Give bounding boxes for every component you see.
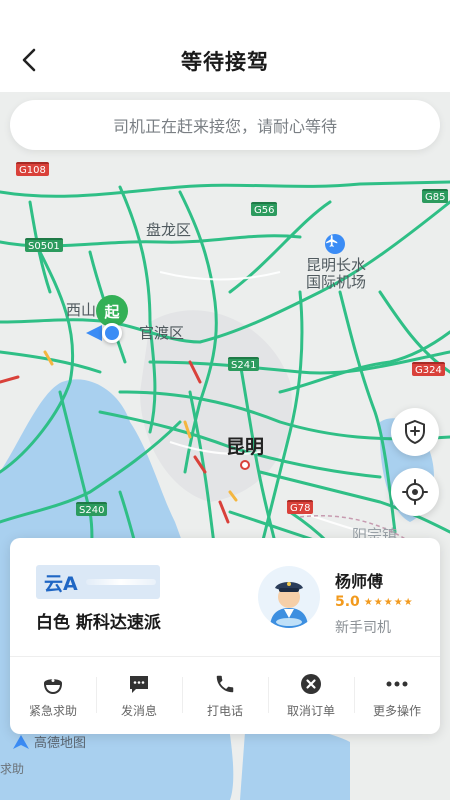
crosshair-icon bbox=[402, 479, 428, 505]
map-label-panlong: 盘龙区 bbox=[146, 221, 192, 239]
road-badge-g78: G78 bbox=[287, 500, 314, 514]
message-button[interactable]: 发消息 bbox=[96, 657, 182, 734]
airport-icon bbox=[325, 234, 345, 254]
driver-name: 杨师傅 bbox=[335, 572, 384, 591]
police-icon bbox=[41, 672, 65, 696]
driver-rating: 5.0 ★★★★★ bbox=[335, 594, 414, 610]
road-badge-s241: S241 bbox=[228, 357, 260, 371]
road-badge-s0501: S0501 bbox=[25, 238, 63, 252]
action-label: 打电话 bbox=[206, 704, 243, 718]
page-title: 等待接驾 bbox=[181, 50, 269, 74]
phone-icon bbox=[213, 672, 237, 696]
header: 等待接驾 bbox=[0, 0, 450, 92]
more-icon bbox=[385, 672, 409, 696]
map-label-guandu: 官渡区 bbox=[139, 324, 185, 342]
driver-tag: 新手司机 bbox=[335, 620, 391, 636]
emergency-button[interactable]: 紧急求助 bbox=[10, 657, 96, 734]
rating-stars: ★★★★★ bbox=[363, 597, 414, 608]
action-label: 取消订单 bbox=[286, 704, 335, 718]
car-description: 白色 斯科达速派 bbox=[36, 613, 161, 633]
shield-plus-icon bbox=[405, 419, 425, 445]
call-button[interactable]: 打电话 bbox=[182, 657, 268, 734]
cancel-icon bbox=[299, 672, 323, 696]
message-icon bbox=[127, 672, 151, 696]
plate-prefix: 云A bbox=[44, 572, 78, 595]
plate-masked bbox=[85, 579, 156, 585]
driver-avatar bbox=[258, 566, 320, 628]
map-label-xishan: 西山 bbox=[66, 301, 97, 319]
map-provider-logo: 高德地图 bbox=[12, 732, 86, 751]
map-provider-text: 高德地图 bbox=[34, 736, 87, 751]
action-bar: 紧急求助 发消息 打电话 取消订单 更多操作 bbox=[10, 657, 440, 734]
safety-button[interactable] bbox=[391, 408, 439, 456]
action-label: 紧急求助 bbox=[28, 704, 77, 718]
cancel-order-button[interactable]: 取消订单 bbox=[268, 657, 354, 734]
map-label-airport-2: 国际机场 bbox=[306, 273, 367, 291]
rating-value: 5.0 bbox=[335, 594, 360, 610]
road-badge-g108: G108 bbox=[16, 162, 49, 176]
current-location-dot bbox=[102, 323, 122, 343]
action-label: 更多操作 bbox=[372, 704, 421, 718]
more-actions-button[interactable]: 更多操作 bbox=[354, 657, 440, 734]
road-badge-g324: G324 bbox=[412, 362, 445, 376]
heading-arrow-icon bbox=[86, 325, 102, 341]
road-badge-g56: G56 bbox=[251, 202, 278, 216]
driver-card: 云A 白色 斯科达速派 杨师傅 5.0 ★★★★★ 新手司机 紧急求助 发消息 … bbox=[10, 538, 440, 734]
amap-arrow-icon bbox=[13, 734, 29, 749]
map-label-kunming: 昆明 bbox=[226, 436, 265, 458]
screen: G108 G56 G85 S0501 S241 G324 S240 G78 盘龙… bbox=[0, 0, 450, 800]
help-tab[interactable]: 求助 bbox=[0, 760, 24, 777]
action-label: 发消息 bbox=[120, 704, 157, 718]
status-notice: 司机正在赶来接您，请耐心等待 bbox=[10, 100, 440, 150]
locate-button[interactable] bbox=[391, 468, 439, 516]
license-plate: 云A bbox=[36, 565, 160, 599]
road-badge-g85: G85 bbox=[422, 189, 449, 203]
road-badge-s240: S240 bbox=[76, 502, 108, 516]
